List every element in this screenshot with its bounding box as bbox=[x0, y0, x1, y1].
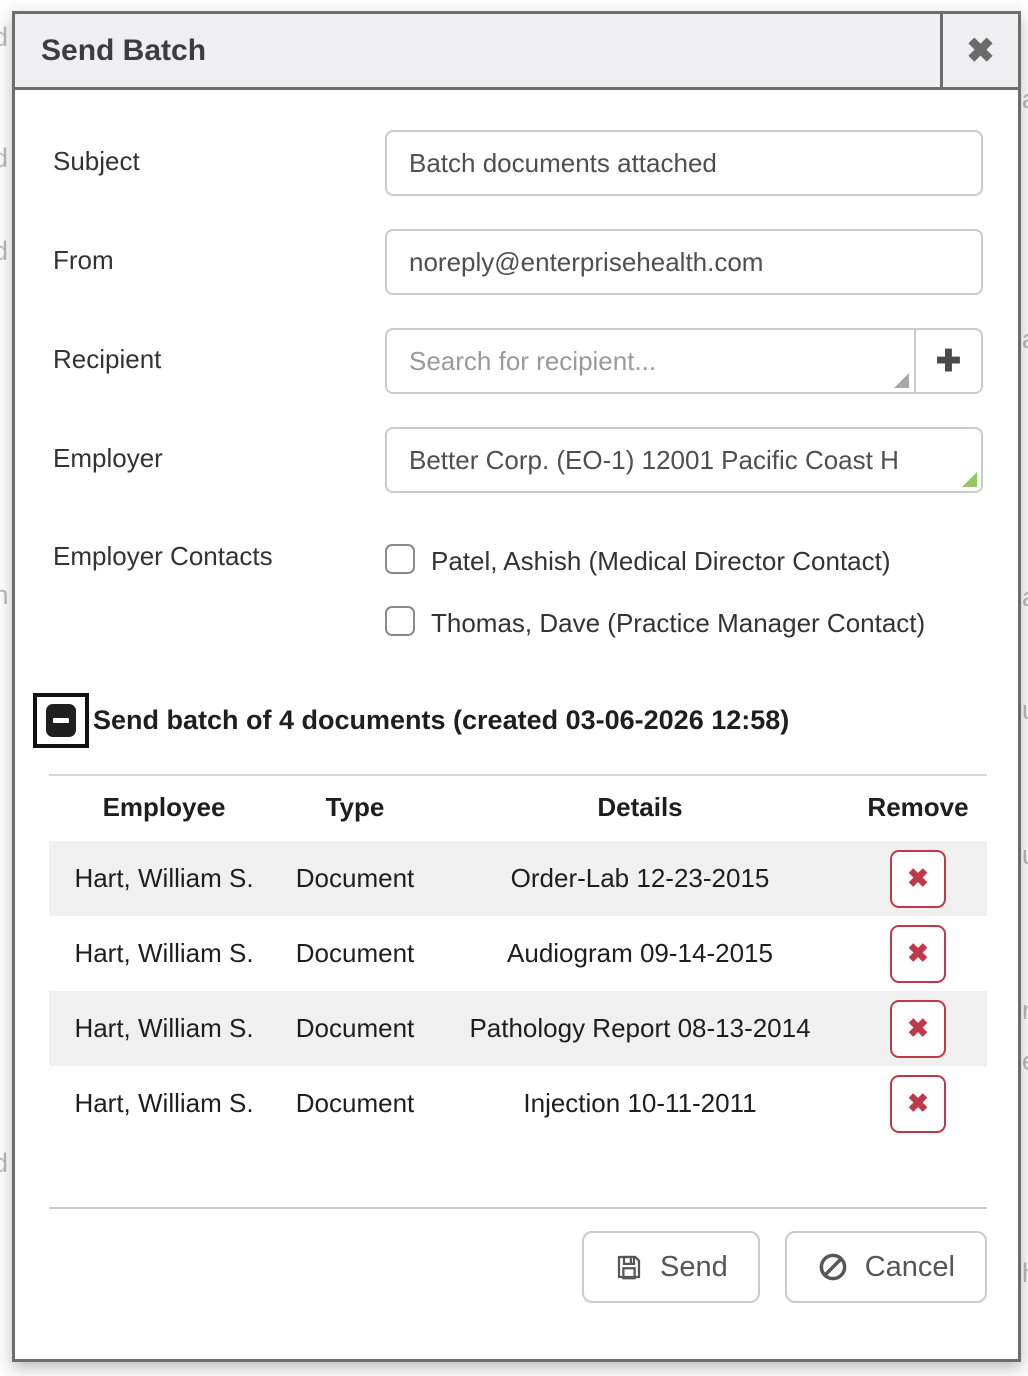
backdrop-text-fragment: e bbox=[1022, 1046, 1028, 1077]
subject-row: Subject bbox=[49, 130, 984, 196]
employer-input[interactable] bbox=[385, 427, 983, 493]
table-row: Hart, William S. Document Pathology Repo… bbox=[49, 991, 987, 1066]
close-button[interactable]: ✖ bbox=[940, 14, 1018, 87]
recipient-label: Recipient bbox=[49, 328, 385, 375]
table-header-row: Employee Type Details Remove bbox=[49, 775, 987, 841]
remove-x-icon: ✖ bbox=[907, 1088, 929, 1119]
backdrop-text-fragment: a bbox=[1022, 84, 1028, 115]
plus-icon: ✚ bbox=[936, 344, 961, 379]
resize-handle-icon-green[interactable] bbox=[962, 472, 977, 487]
batch-heading-text: Send batch of 4 documents (created 03-06… bbox=[93, 705, 789, 736]
recipient-row: Recipient ✚ bbox=[49, 328, 984, 394]
backdrop-text-fragment: d bbox=[0, 236, 8, 267]
minus-square-icon bbox=[46, 704, 76, 737]
column-header-remove: Remove bbox=[849, 775, 987, 841]
dialog-title: Send Batch bbox=[15, 14, 940, 87]
remove-document-button[interactable]: ✖ bbox=[890, 925, 946, 983]
employer-label: Employer bbox=[49, 427, 385, 474]
cell-type: Document bbox=[279, 1066, 431, 1141]
backdrop-text-fragment: n bbox=[1022, 995, 1028, 1026]
send-button-label: Send bbox=[660, 1251, 728, 1284]
subject-label: Subject bbox=[49, 130, 385, 177]
backdrop-text-fragment: a bbox=[1022, 324, 1028, 355]
cell-details: Order-Lab 12-23-2015 bbox=[431, 841, 849, 916]
backdrop-text-fragment: m bbox=[0, 580, 9, 611]
close-icon: ✖ bbox=[966, 31, 995, 71]
subject-input[interactable] bbox=[385, 130, 983, 196]
send-button[interactable]: Send bbox=[582, 1231, 760, 1303]
table-row: Hart, William S. Document Injection 10-1… bbox=[49, 1066, 987, 1141]
cell-type: Document bbox=[279, 841, 431, 916]
remove-x-icon: ✖ bbox=[907, 938, 929, 969]
contact-option-label[interactable]: Thomas, Dave (Practice Manager Contact) bbox=[431, 601, 925, 645]
add-recipient-button[interactable]: ✚ bbox=[915, 328, 983, 394]
dialog-header: Send Batch ✖ bbox=[15, 14, 1018, 90]
remove-document-button[interactable]: ✖ bbox=[890, 850, 946, 908]
cancel-button[interactable]: Cancel bbox=[785, 1231, 987, 1303]
cell-employee: Hart, William S. bbox=[49, 991, 279, 1066]
save-icon bbox=[614, 1252, 644, 1282]
backdrop-text-fragment: d bbox=[0, 143, 8, 174]
cell-details: Injection 10-11-2011 bbox=[431, 1066, 849, 1141]
send-batch-dialog: Send Batch ✖ Subject From Recipient ✚ bbox=[12, 11, 1021, 1362]
employer-row: Employer bbox=[49, 427, 984, 493]
column-header-type: Type bbox=[279, 775, 431, 841]
from-label: From bbox=[49, 229, 385, 276]
contact-option: Thomas, Dave (Practice Manager Contact) bbox=[385, 601, 983, 645]
column-header-employee: Employee bbox=[49, 775, 279, 841]
contact-option: Patel, Ashish (Medical Director Contact) bbox=[385, 539, 983, 583]
table-row: Hart, William S. Document Audiogram 09-1… bbox=[49, 916, 987, 991]
remove-document-button[interactable]: ✖ bbox=[890, 1075, 946, 1133]
cell-employee: Hart, William S. bbox=[49, 841, 279, 916]
batch-section-heading: Send batch of 4 documents (created 03-06… bbox=[33, 693, 984, 748]
dialog-body: Subject From Recipient ✚ Employer bbox=[15, 90, 1018, 1359]
remove-document-button[interactable]: ✖ bbox=[890, 1000, 946, 1058]
backdrop-text-fragment: u bbox=[1022, 695, 1028, 726]
contact-checkbox[interactable] bbox=[385, 544, 415, 574]
from-input[interactable] bbox=[385, 229, 983, 295]
backdrop-text-fragment: a bbox=[1022, 582, 1028, 613]
resize-handle-icon[interactable] bbox=[894, 373, 909, 388]
contact-checkbox[interactable] bbox=[385, 606, 415, 636]
remove-x-icon: ✖ bbox=[907, 1013, 929, 1044]
cell-employee: Hart, William S. bbox=[49, 1066, 279, 1141]
employer-contacts-label: Employer Contacts bbox=[49, 533, 385, 572]
collapse-section-button[interactable] bbox=[33, 693, 89, 748]
remove-x-icon: ✖ bbox=[907, 863, 929, 894]
recipient-search-input[interactable] bbox=[385, 328, 915, 394]
batch-documents-table: Employee Type Details Remove Hart, Willi… bbox=[49, 774, 987, 1141]
contact-option-label[interactable]: Patel, Ashish (Medical Director Contact) bbox=[431, 539, 891, 583]
column-header-details: Details bbox=[431, 775, 849, 841]
table-row: Hart, William S. Document Order-Lab 12-2… bbox=[49, 841, 987, 916]
backdrop-text-fragment: d bbox=[0, 1148, 8, 1179]
cell-employee: Hart, William S. bbox=[49, 916, 279, 991]
dialog-footer: Send Cancel bbox=[49, 1209, 992, 1303]
backdrop-text-fragment: h bbox=[1022, 1258, 1028, 1289]
cell-details: Audiogram 09-14-2015 bbox=[431, 916, 849, 991]
cell-type: Document bbox=[279, 916, 431, 991]
employer-contacts-row: Employer Contacts Patel, Ashish (Medical… bbox=[49, 533, 984, 663]
cancel-button-label: Cancel bbox=[865, 1251, 955, 1284]
cell-details: Pathology Report 08-13-2014 bbox=[431, 991, 849, 1066]
from-row: From bbox=[49, 229, 984, 295]
ban-icon bbox=[817, 1251, 849, 1283]
cell-type: Document bbox=[279, 991, 431, 1066]
backdrop-text-fragment: u bbox=[1022, 840, 1028, 871]
backdrop-text-fragment: d bbox=[0, 22, 8, 53]
